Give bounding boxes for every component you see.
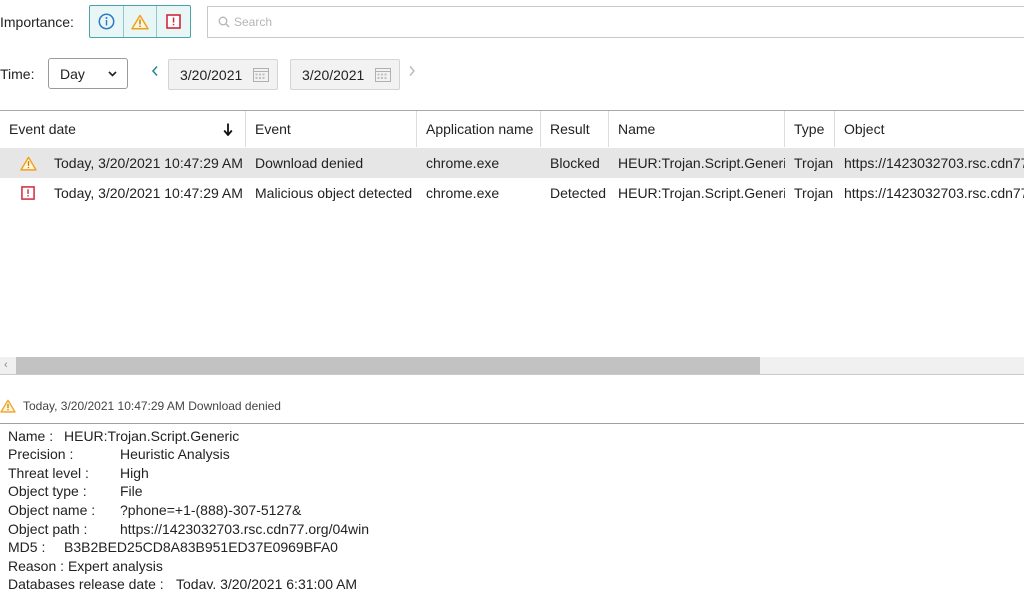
table-header: Event date Event Application name Result…	[0, 111, 1024, 147]
warning-icon	[20, 156, 37, 171]
chevron-right-icon	[409, 66, 415, 76]
period-value: Day	[60, 65, 85, 82]
detail-value: HEUR:Trojan.Script.Generic	[64, 428, 240, 444]
detail-value: ?phone=+1-(888)-307-5127&	[120, 502, 302, 518]
detail-value: Heuristic Analysis	[120, 446, 230, 462]
time-label: Time:	[0, 66, 35, 82]
column-header-label: Application name	[426, 121, 534, 137]
details-header: Today, 3/20/2021 10:47:29 AM Download de…	[0, 399, 281, 413]
detail-value: Today, 3/20/2021 6:31:00 AM	[176, 576, 358, 589]
column-header-label: Event date	[9, 121, 76, 137]
detail-label: Object name :	[8, 502, 96, 518]
detail-row-object-path: Object path : https://1423032703.rsc.cdn…	[8, 521, 369, 537]
critical-icon	[21, 186, 35, 200]
detail-row-object-name: Object name : ?phone=+1-(888)-307-5127&	[8, 502, 301, 518]
critical-icon	[166, 14, 181, 29]
detail-label: MD5 :	[8, 539, 46, 555]
cell-name: HEUR:Trojan.Script.Generic	[618, 185, 785, 201]
detail-row-databases-release-date: Databases release date : Today, 3/20/202…	[8, 576, 357, 589]
pane-divider[interactable]	[0, 374, 1024, 375]
column-header-type[interactable]: Type	[785, 111, 835, 147]
cell-event-date: Today, 3/20/2021 10:47:29 AM	[54, 155, 243, 171]
info-icon	[98, 13, 115, 30]
from-date-value: 3/20/2021	[180, 66, 243, 83]
calendar-icon	[253, 68, 269, 82]
column-header-application-name[interactable]: Application name	[417, 111, 541, 147]
calendar-icon	[375, 68, 391, 82]
search-placeholder: Search	[234, 15, 273, 29]
detail-value: https://1423032703.rsc.cdn77.org/04win	[120, 521, 370, 537]
cell-application: chrome.exe	[426, 185, 500, 201]
table-row[interactable]: Today, 3/20/2021 10:47:29 AM Malicious o…	[0, 178, 1024, 208]
detail-row-reason: Reason : Expert analysis	[8, 558, 163, 574]
detail-value: Expert analysis	[67, 558, 163, 574]
detail-label: Object path :	[8, 521, 88, 537]
cell-object: https://1423032703.rsc.cdn77	[844, 155, 1024, 171]
importance-filter-group	[89, 5, 191, 38]
detail-value: B3B2BED25CD8A83B951ED37E0969BFA0	[64, 539, 338, 555]
search-icon	[218, 16, 230, 28]
sort-descending-icon	[223, 123, 233, 136]
detail-label: Precision :	[8, 446, 74, 462]
detail-label: Databases release date :	[8, 576, 164, 589]
column-header-result[interactable]: Result	[541, 111, 609, 147]
detail-label: Name :	[8, 428, 54, 444]
importance-label: Importance:	[0, 14, 74, 30]
detail-row-md5: MD5 : B3B2BED25CD8A83B951ED37E0969BFA0	[8, 539, 338, 555]
next-period-button[interactable]	[408, 64, 416, 80]
chevron-left-icon	[151, 65, 158, 77]
column-header-label: Event	[255, 121, 291, 137]
scroll-left-arrow-icon[interactable]: ‹	[4, 357, 8, 374]
detail-value: File	[120, 483, 143, 499]
column-header-object[interactable]: Object	[835, 111, 1024, 147]
cell-result: Blocked	[550, 155, 600, 171]
warning-icon	[131, 14, 149, 30]
horizontal-scrollbar-thumb[interactable]	[16, 357, 760, 374]
cell-event-date: Today, 3/20/2021 10:47:29 AM	[54, 185, 243, 201]
cell-event: Malicious object detected	[255, 185, 413, 201]
detail-label: Object type :	[8, 483, 87, 499]
detail-value: High	[120, 465, 149, 481]
cell-type: Trojan	[794, 185, 834, 201]
cell-object: https://1423032703.rsc.cdn77	[844, 185, 1024, 201]
period-select[interactable]: Day	[48, 58, 128, 89]
column-header-event-date[interactable]: Event date	[0, 111, 246, 147]
detail-label: Reason :	[8, 558, 65, 574]
column-header-label: Result	[550, 121, 590, 137]
details-header-text: Today, 3/20/2021 10:47:29 AM Download de…	[23, 399, 281, 413]
cell-result: Detected	[550, 185, 607, 201]
importance-info-button[interactable]	[90, 6, 124, 37]
column-header-label: Name	[618, 121, 656, 137]
warning-icon	[0, 399, 16, 413]
cell-application: chrome.exe	[426, 155, 500, 171]
detail-label: Threat level :	[8, 465, 89, 481]
cell-name: HEUR:Trojan.Script.Generic	[618, 155, 785, 171]
column-header-event[interactable]: Event	[246, 111, 417, 147]
column-header-label: Type	[794, 121, 825, 137]
detail-row-object-type: Object type : File	[8, 483, 143, 499]
column-header-label: Object	[844, 121, 885, 137]
details-separator	[0, 423, 1024, 424]
previous-period-button[interactable]	[151, 64, 159, 80]
chevron-down-icon	[108, 70, 117, 77]
column-header-name[interactable]: Name	[609, 111, 785, 147]
to-date-picker[interactable]: 3/20/2021	[290, 59, 400, 90]
from-date-picker[interactable]: 3/20/2021	[168, 59, 278, 90]
importance-warning-button[interactable]	[124, 6, 158, 37]
detail-row-name: Name : HEUR:Trojan.Script.Generic	[8, 428, 239, 444]
search-input[interactable]: Search	[207, 6, 1024, 38]
cell-event: Download denied	[255, 155, 364, 171]
detail-row-threat-level: Threat level : High	[8, 465, 149, 481]
importance-critical-button[interactable]	[157, 6, 190, 37]
table-row[interactable]: Today, 3/20/2021 10:47:29 AM Download de…	[0, 148, 1024, 178]
to-date-value: 3/20/2021	[302, 66, 365, 83]
cell-type: Trojan	[794, 155, 834, 171]
detail-row-precision: Precision : Heuristic Analysis	[8, 446, 230, 462]
